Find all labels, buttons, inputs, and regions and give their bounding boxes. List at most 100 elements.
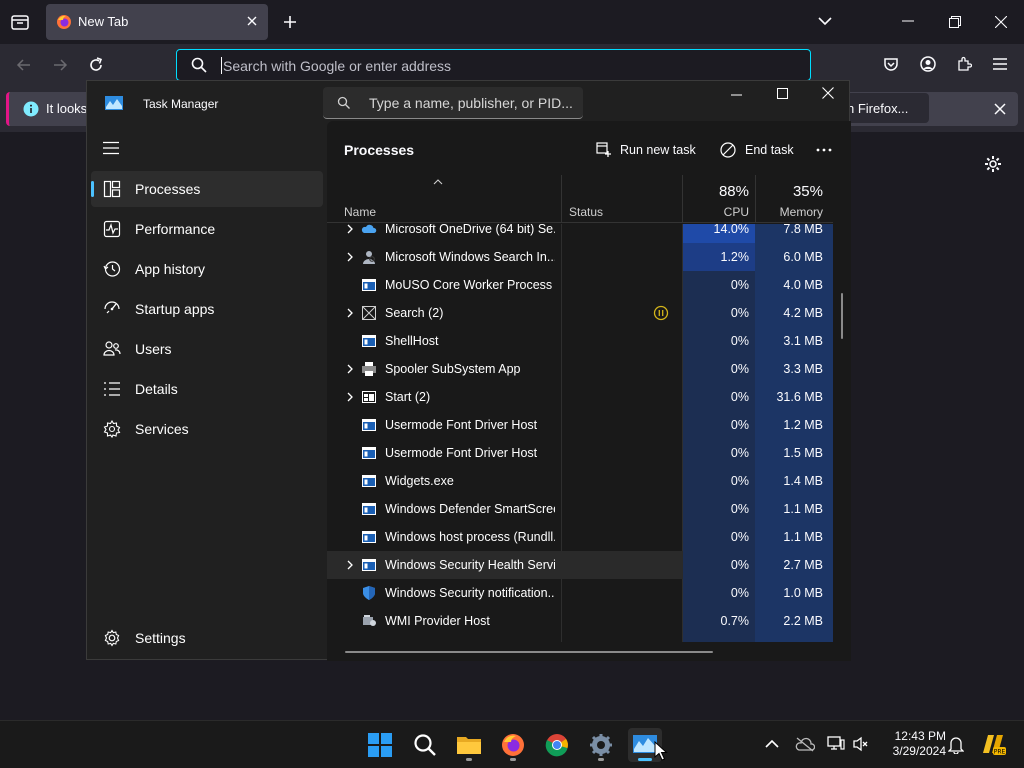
process-name: Windows Security notification... (385, 586, 555, 600)
sidebar-item-users[interactable]: Users (91, 331, 323, 367)
search-icon (191, 57, 207, 73)
taskbar-search-button[interactable] (408, 728, 442, 762)
details-icon (103, 380, 121, 398)
expand-chevron-icon[interactable] (345, 224, 355, 234)
sidebar-item-performance[interactable]: Performance (91, 211, 323, 247)
text-cursor (221, 57, 222, 74)
table-row[interactable]: Search (2) 0% 4.2 MB (327, 299, 833, 327)
network-icon[interactable] (827, 735, 845, 753)
sidebar-item-label: Performance (135, 221, 216, 237)
notification-action-button[interactable]: h Firefox... (839, 93, 929, 123)
table-row[interactable]: Microsoft OneDrive (64 bit) Se... 14.0% 7.… (327, 224, 833, 243)
sidebar-item-startup-apps[interactable]: Startup apps (91, 291, 323, 327)
end-task-icon (720, 142, 736, 158)
hamburger-menu-icon[interactable] (103, 141, 119, 155)
process-name: Spooler SubSystem App (385, 362, 521, 376)
tab-overview-icon[interactable] (10, 12, 30, 32)
vertical-scrollbar[interactable] (841, 293, 843, 339)
taskbar-settings[interactable] (584, 728, 618, 762)
close-tab-icon[interactable] (246, 15, 258, 27)
new-tab-icon[interactable] (282, 14, 298, 30)
taskbar-file-explorer[interactable] (452, 728, 486, 762)
expand-chevron-icon[interactable] (345, 560, 355, 570)
process-name: Search (2) (385, 306, 444, 320)
running-indicator (466, 758, 472, 761)
users-icon (103, 340, 121, 358)
process-icon (361, 501, 377, 517)
taskbar: 12:43 PM 3/29/2024 PRE (0, 720, 1024, 768)
close-icon[interactable] (822, 87, 834, 99)
show-hidden-icons-icon[interactable] (765, 739, 779, 749)
address-bar[interactable]: Search with Google or enter address (176, 49, 811, 81)
table-row[interactable]: Usermode Font Driver Host 0% 1.2 MB (327, 411, 833, 439)
taskbar-firefox[interactable] (496, 728, 530, 762)
pocket-icon[interactable] (883, 56, 899, 72)
table-row[interactable]: MoUSO Core Worker Process 0% 4.0 MB (327, 271, 833, 299)
page-settings-icon[interactable] (984, 155, 1002, 173)
table-row[interactable]: Spooler SubSystem App 0% 3.3 MB (327, 355, 833, 383)
clock[interactable]: 12:43 PM 3/29/2024 (878, 729, 946, 761)
maximize-icon[interactable] (777, 88, 788, 99)
table-row[interactable]: ShellHost 0% 3.1 MB (327, 327, 833, 355)
close-window-icon[interactable] (995, 16, 1007, 28)
clock-time: 12:43 PM (894, 729, 946, 743)
column-memory[interactable]: 35% Memory (756, 175, 833, 223)
account-icon[interactable] (920, 56, 936, 72)
table-row[interactable]: Windows Security Health Servi... 0% 2.7 MB (327, 551, 833, 579)
reload-icon[interactable] (88, 57, 104, 73)
process-cpu: 0% (683, 467, 755, 495)
start-button[interactable] (363, 728, 397, 762)
column-status[interactable]: Status (569, 205, 603, 219)
table-row[interactable]: Windows Security notification... 0% 1.0 MB (327, 579, 833, 607)
table-row-partial[interactable] (327, 635, 833, 642)
sidebar-item-services[interactable]: Services (91, 411, 323, 447)
run-new-task-button[interactable]: Run new task (589, 136, 697, 164)
restore-icon[interactable] (949, 16, 961, 28)
table-row[interactable]: Start (2) 0% 31.6 MB (327, 383, 833, 411)
browser-tabbar: New Tab (0, 0, 1024, 44)
extensions-icon[interactable] (956, 56, 972, 72)
expand-chevron-icon[interactable] (345, 392, 355, 402)
table-row[interactable]: Windows host process (Rundll... 0% 1.1 MB (327, 523, 833, 551)
forward-icon[interactable] (52, 57, 68, 73)
sidebar-item-label: Users (135, 341, 172, 357)
menu-icon[interactable] (992, 57, 1008, 71)
process-icon (361, 417, 377, 433)
horizontal-scrollbar[interactable] (345, 651, 713, 653)
taskbar-chrome[interactable] (540, 728, 574, 762)
table-row[interactable]: Widgets.exe 0% 1.4 MB (327, 467, 833, 495)
back-icon[interactable] (16, 57, 32, 73)
volume-muted-icon[interactable] (853, 736, 869, 752)
column-name[interactable]: Name (344, 205, 376, 219)
process-icon (361, 277, 377, 293)
expand-chevron-icon[interactable] (345, 308, 355, 318)
processes-panel: Processes Run new task End task Name Sta… (327, 121, 851, 661)
tab-title: New Tab (78, 14, 129, 29)
list-tabs-icon[interactable] (818, 16, 832, 26)
table-row[interactable]: WMI Provider Host 0.7% 2.2 MB (327, 607, 833, 635)
sidebar-item-settings[interactable]: Settings (91, 620, 323, 656)
sidebar-item-processes[interactable]: Processes (91, 171, 323, 207)
end-task-button[interactable]: End task (713, 136, 799, 164)
table-row[interactable]: Windows Defender SmartScreen 0% 1.1 MB (327, 495, 833, 523)
table-row[interactable]: Usermode Font Driver Host 0% 1.5 MB (327, 439, 833, 467)
onedrive-tray-icon[interactable] (795, 736, 815, 752)
minimize-icon[interactable] (731, 94, 743, 96)
sidebar-item-app-history[interactable]: App history (91, 251, 323, 287)
search-input[interactable]: Type a name, publisher, or PID... (323, 87, 583, 119)
tab-new-tab[interactable]: New Tab (46, 4, 268, 40)
memory-label: Memory (779, 205, 823, 219)
close-notification-icon[interactable] (994, 103, 1006, 115)
expand-chevron-icon[interactable] (345, 252, 355, 262)
minimize-icon[interactable] (902, 20, 914, 22)
column-cpu[interactable]: 88% CPU (683, 175, 755, 223)
process-cpu: 0% (683, 579, 755, 607)
more-options-icon[interactable] (809, 136, 839, 164)
notifications-bell-icon[interactable] (948, 736, 964, 754)
table-row[interactable]: Microsoft Windows Search In... 1.2% 6.0 MB (327, 243, 833, 271)
copilot-icon[interactable]: PRE (980, 731, 1006, 757)
run-new-task-label: Run new task (620, 143, 696, 157)
sidebar-item-details[interactable]: Details (91, 371, 323, 407)
app-history-icon (103, 260, 121, 278)
expand-chevron-icon[interactable] (345, 364, 355, 374)
